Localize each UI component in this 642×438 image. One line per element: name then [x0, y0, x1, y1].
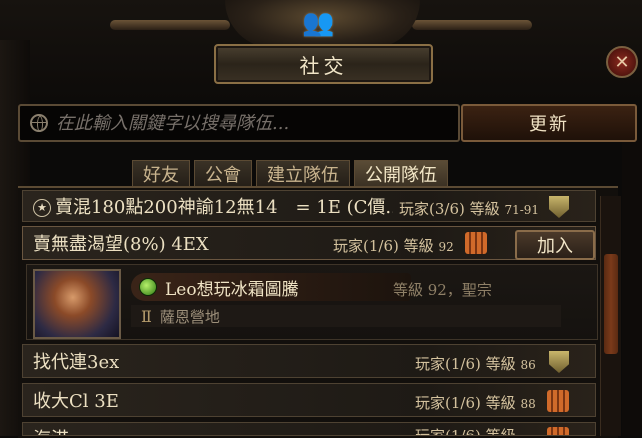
social-figures-icon: 👥: [302, 8, 335, 38]
star-icon: ★: [33, 199, 51, 217]
party-info: 玩家(1/6) 等級 86: [415, 353, 536, 374]
party-level-label: 等級: [485, 355, 516, 373]
party-row-selected[interactable]: 賣無盡渴望(8%) 4EX 玩家(1/6) 等級 92 加入: [22, 226, 596, 260]
party-name: 海港: [23, 425, 69, 435]
shield-icon: [549, 351, 569, 373]
tab-guild[interactable]: 公會: [194, 160, 252, 187]
party-level: 88: [520, 397, 536, 411]
party-players: 玩家(1/6): [415, 394, 481, 412]
header-crest: 👥: [225, 0, 420, 48]
member-name: Leo想玩冰霜圖騰: [165, 279, 299, 300]
tab-bar: 好友 公會 建立隊伍 公開隊伍: [132, 160, 448, 188]
globe-icon: [30, 114, 48, 132]
avatar: [33, 269, 121, 339]
tab-friends[interactable]: 好友: [132, 160, 190, 187]
close-button[interactable]: ✕: [606, 46, 638, 78]
party-players: 玩家(1/6): [333, 237, 399, 255]
party-info: 玩家(3/6) 等級 71-91: [399, 198, 539, 219]
party-list-scrollbar[interactable]: [600, 196, 621, 436]
party-info: 玩家(1/6) 等級: [415, 425, 516, 436]
party-name: 賣混180點200神諭12無14 = 1E (C價...: [55, 197, 393, 218]
member-area-plate: Ⅱ 薩恩營地: [131, 305, 561, 327]
party-row[interactable]: ★ 賣混180點200神諭12無14 = 1E (C價... 玩家(3/6) 等級…: [22, 190, 596, 222]
party-level: 92: [438, 240, 454, 254]
member-area: 薩恩營地: [159, 307, 220, 326]
scrollbar-thumb[interactable]: [604, 254, 618, 354]
party-level-label: 等級: [485, 394, 516, 412]
search-bar: [18, 104, 460, 142]
barrels-icon: [547, 427, 569, 435]
close-icon: ✕: [614, 51, 630, 73]
party-level-label: 等級: [469, 200, 500, 218]
party-level: 86: [520, 358, 536, 372]
window-title: 社交: [214, 44, 433, 84]
party-name: 收大Cl 3E: [33, 391, 119, 412]
party-member-card: Leo想玩冰霜圖騰 等級 92，聖宗 Ⅱ 薩恩營地: [26, 264, 598, 340]
party-row[interactable]: 找代連3ex 玩家(1/6) 等級 86: [22, 344, 596, 378]
rank-icon: Ⅱ: [141, 306, 152, 326]
party-name-wrap: ★ 賣混180點200神諭12無14 = 1E (C價...: [23, 193, 393, 219]
tab-create-party[interactable]: 建立隊伍: [256, 160, 350, 187]
shield-icon: [549, 196, 569, 218]
member-name-plate: Leo想玩冰霜圖騰: [131, 273, 411, 301]
refresh-button[interactable]: 更新: [461, 104, 637, 142]
party-row[interactable]: 收大Cl 3E 玩家(1/6) 等級 88: [22, 383, 596, 417]
barrels-icon: [465, 232, 487, 254]
party-players: 玩家(1/6): [415, 355, 481, 373]
barrels-icon: [547, 390, 569, 412]
header-ornament-left: [110, 20, 230, 30]
join-button[interactable]: 加入: [515, 230, 595, 260]
tab-public-parties[interactable]: 公開隊伍: [354, 160, 448, 187]
party-info: 玩家(1/6) 等級 88: [415, 392, 536, 413]
party-row[interactable]: 海港 玩家(1/6) 等級: [22, 422, 596, 436]
party-name: 找代連3ex: [33, 352, 120, 373]
search-input[interactable]: [54, 111, 448, 135]
party-level-label: 等級: [403, 237, 434, 255]
party-level-label: 等級: [485, 427, 516, 436]
member-level: 等級 92，聖宗: [393, 281, 492, 299]
party-players: 玩家(1/6): [415, 427, 481, 436]
party-info: 玩家(1/6) 等級 92: [333, 235, 454, 256]
party-name: 賣無盡渴望(8%) 4EX: [33, 234, 209, 255]
right-frame-rail: [622, 140, 642, 436]
online-status-icon: [139, 278, 157, 296]
header-ornament-right: [412, 20, 532, 30]
party-players: 玩家(3/6): [399, 200, 465, 218]
party-level: 71-91: [504, 203, 540, 217]
